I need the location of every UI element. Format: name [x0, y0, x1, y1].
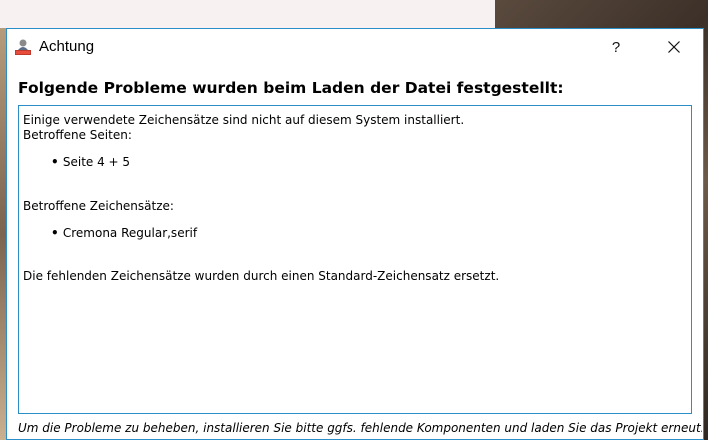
affected-pages-list: Seite 4 + 5: [51, 155, 687, 170]
footer-hint: Um die Probleme zu beheben, installieren…: [18, 421, 702, 435]
affected-fonts-list: Cremona Regular,serif: [51, 226, 687, 241]
problem-details-box[interactable]: Einige verwendete Zeichensätze sind nich…: [18, 105, 692, 414]
list-item: Cremona Regular,serif: [51, 226, 687, 241]
dialog-heading: Folgende Probleme wurden beim Laden der …: [18, 79, 564, 97]
affected-fonts-label: Betroffene Zeichensätze:: [23, 199, 174, 213]
help-button[interactable]: ?: [593, 29, 639, 65]
window-title: Achtung: [39, 38, 95, 55]
app-icon: [13, 37, 33, 57]
affected-pages-label: Betroffene Seiten:: [23, 128, 132, 142]
desktop-background: [0, 0, 495, 28]
title-bar[interactable]: Achtung ?: [7, 29, 703, 65]
close-icon: [668, 38, 680, 57]
list-item: Seite 4 + 5: [51, 155, 687, 170]
close-button[interactable]: [651, 29, 697, 65]
warning-dialog: Achtung ? Folgende Probleme wurden beim …: [6, 28, 704, 440]
intro-text: Einige verwendete Zeichensätze sind nich…: [23, 113, 465, 127]
replacement-note: Die fehlenden Zeichensätze wurden durch …: [23, 269, 500, 283]
